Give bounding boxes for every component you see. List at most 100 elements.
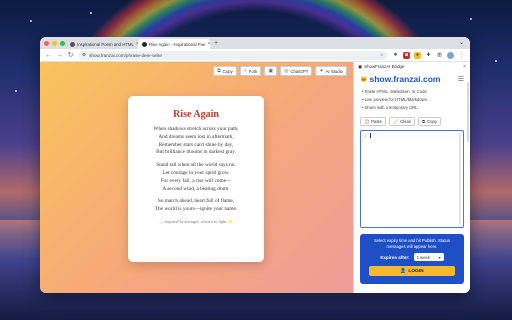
publish-box: Select expiry time and hit Publish. Stat… (360, 234, 464, 284)
paste-icon: 📋 (364, 118, 370, 124)
extension-yellow-icon[interactable]: ● (414, 51, 421, 59)
poem-line: Remember stars can't shine by day, (158, 141, 234, 148)
poem-card: Rise Again When shadows stretch across y… (128, 96, 264, 262)
panel-copy-label: Copy (427, 119, 437, 124)
extension-red-icon[interactable]: ■ (403, 51, 410, 59)
minimize-window-button[interactable] (52, 41, 57, 46)
user-icon: 👤 (400, 268, 407, 274)
star (30, 20, 32, 22)
bookmark-star-icon[interactable]: ☆ (380, 52, 384, 58)
list-item: Share with a temporary URL. (362, 104, 464, 112)
clean-label: Clean (400, 119, 412, 124)
poem-line: For every fall, a rise will come— (160, 177, 232, 184)
chatgpt-label: ChatGPT (290, 68, 309, 74)
line-number: 1 (364, 133, 367, 138)
new-tab-button[interactable]: + (210, 39, 222, 49)
close-window-button[interactable] (44, 41, 49, 46)
panel-app-icon: ▣ (358, 63, 363, 69)
paste-label: Paste (371, 119, 382, 124)
ai-studio-button[interactable]: ✦ AI Studio (315, 66, 347, 76)
more-menu-icon[interactable]: ⋮ (458, 52, 465, 59)
side-panel-title: ShowFranzAI Bridge (364, 64, 405, 69)
poem-title: Rise Again (173, 109, 219, 120)
site-info-icon[interactable]: ⚙ (82, 52, 86, 58)
login-button[interactable]: 👤 LOGIN (369, 266, 455, 276)
poem-page: ⧉ Copy ⑂ Fork ▣ ◎ ChatGPT ✦ AI Studio Ri… (40, 62, 353, 293)
screenshot-icon: ▣ (268, 68, 274, 74)
fork-label: Fork (248, 68, 258, 74)
poem-line: But brilliance blooms in darkest gray. (156, 149, 236, 156)
fork-button[interactable]: ⑂ Fork (239, 66, 262, 76)
page-toolbar: ⧉ Copy ⑂ Fork ▣ ◎ ChatGPT ✦ AI Studio (213, 66, 347, 76)
copy-button[interactable]: ⧉ Copy (213, 66, 237, 76)
panel-scrollbar[interactable] (467, 82, 469, 142)
cat-logo-icon: 🐱 (360, 76, 368, 83)
poem-line: When shadows stretch across your path, (153, 126, 239, 132)
editor-scrollbar[interactable] (459, 133, 461, 225)
reload-icon[interactable]: ↻ (67, 51, 74, 59)
side-panel-icon[interactable]: ▥ (436, 52, 443, 59)
tab-bar: Inspirational Poem and HTML × Rise Again… (40, 37, 470, 49)
address-bar: ← → ↻ ⚙ show.franzai.com/phrase-deer-wri… (40, 49, 470, 62)
url-text: show.franzai.com/phrase-deer-write (89, 52, 162, 58)
copy-icon: ⧉ (422, 119, 426, 124)
tab-rise-again[interactable]: Rise Again - Inspirational Poe × (138, 39, 210, 49)
panel-button-row: 📋 Paste 🧹 Clean ⧉ Copy (354, 112, 470, 128)
url-input[interactable]: ⚙ show.franzai.com/phrase-deer-write ☆ (78, 50, 388, 60)
puzzle-icon[interactable]: ✚ (425, 52, 432, 59)
star (495, 60, 497, 62)
chevron-down-icon[interactable]: ⌄ (459, 39, 464, 46)
browser-window: Inspirational Poem and HTML × Rise Again… (40, 37, 470, 293)
tab-inspirational-poem[interactable]: Inspirational Poem and HTML × (66, 39, 138, 49)
login-label: LOGIN (408, 268, 424, 274)
favicon-icon (142, 41, 147, 47)
fork-icon: ⑂ (243, 68, 247, 74)
poem-line: Stand tall when all the world says no, (156, 162, 236, 169)
content-area: ⧉ Copy ⑂ Fork ▣ ◎ ChatGPT ✦ AI Studio Ri… (40, 62, 470, 293)
profile-avatar[interactable] (447, 51, 454, 59)
chatgpt-icon: ◎ (284, 68, 289, 74)
poem-line: And dreams seem lost in aftermath, (158, 133, 234, 140)
brand-name[interactable]: show.franzai.com (369, 74, 440, 84)
tab-label: Rise Again - Inspirational Poe (149, 41, 206, 47)
poem-footer: — Inspired by strength, written in light… (159, 218, 233, 224)
back-icon[interactable]: ← (45, 52, 52, 59)
star (90, 12, 92, 14)
ai-studio-label: AI Studio (325, 68, 343, 74)
list-item: Paste HTML, Markdown, or Code. (362, 88, 464, 96)
favicon-icon (70, 41, 75, 47)
copy-label: Copy (222, 68, 233, 74)
chevron-down-icon: ▾ (438, 254, 441, 260)
clean-icon: 🧹 (392, 118, 399, 124)
stanza: Stand tall when all the world says no, L… (128, 162, 264, 193)
expires-label: Expires after: (380, 254, 410, 260)
list-item: Live preview for HTML/Markdown. (362, 96, 464, 104)
expiry-row: Expires after: 1 week ▾ (366, 253, 458, 261)
poem-line: So march ahead, heart full of flame, (157, 198, 235, 205)
close-panel-icon[interactable]: × (463, 64, 466, 70)
chatgpt-button[interactable]: ◎ ChatGPT (280, 66, 313, 76)
extensions-icon[interactable]: ❖ (392, 52, 399, 59)
copy-icon: ⧉ (217, 68, 221, 74)
status-message: Select expiry time and hit Publish. Stat… (374, 238, 450, 249)
forward-icon[interactable]: → (56, 52, 63, 59)
poem-line: A second wind, a beating drum. (162, 185, 230, 192)
tab-label: Inspirational Poem and HTML (77, 41, 134, 47)
poem-line: Let courage in your spirit grow. (162, 169, 230, 176)
paste-button[interactable]: 📋 Paste (360, 117, 386, 126)
window-controls (44, 41, 65, 46)
screenshot-button[interactable]: ▣ (264, 66, 278, 76)
ai-studio-icon: ✦ (319, 68, 324, 74)
brand-row: 🐱 show.franzai.com ☰ (354, 71, 470, 86)
stanza: When shadows stretch across your path, A… (128, 126, 264, 157)
code-editor[interactable]: 1 (360, 130, 464, 228)
stanza: So march ahead, heart full of flame, The… (128, 198, 264, 214)
clean-button[interactable]: 🧹 Clean (388, 117, 416, 126)
expiry-select[interactable]: 1 week ▾ (413, 253, 444, 261)
panel-copy-button[interactable]: ⧉ Copy (418, 117, 441, 126)
feature-list: Paste HTML, Markdown, or Code. Live prev… (354, 86, 470, 112)
side-panel-header: ▣ ShowFranzAI Bridge × (354, 62, 470, 71)
maximize-window-button[interactable] (60, 41, 65, 46)
hamburger-menu-icon[interactable]: ☰ (458, 75, 464, 83)
star (470, 18, 472, 20)
